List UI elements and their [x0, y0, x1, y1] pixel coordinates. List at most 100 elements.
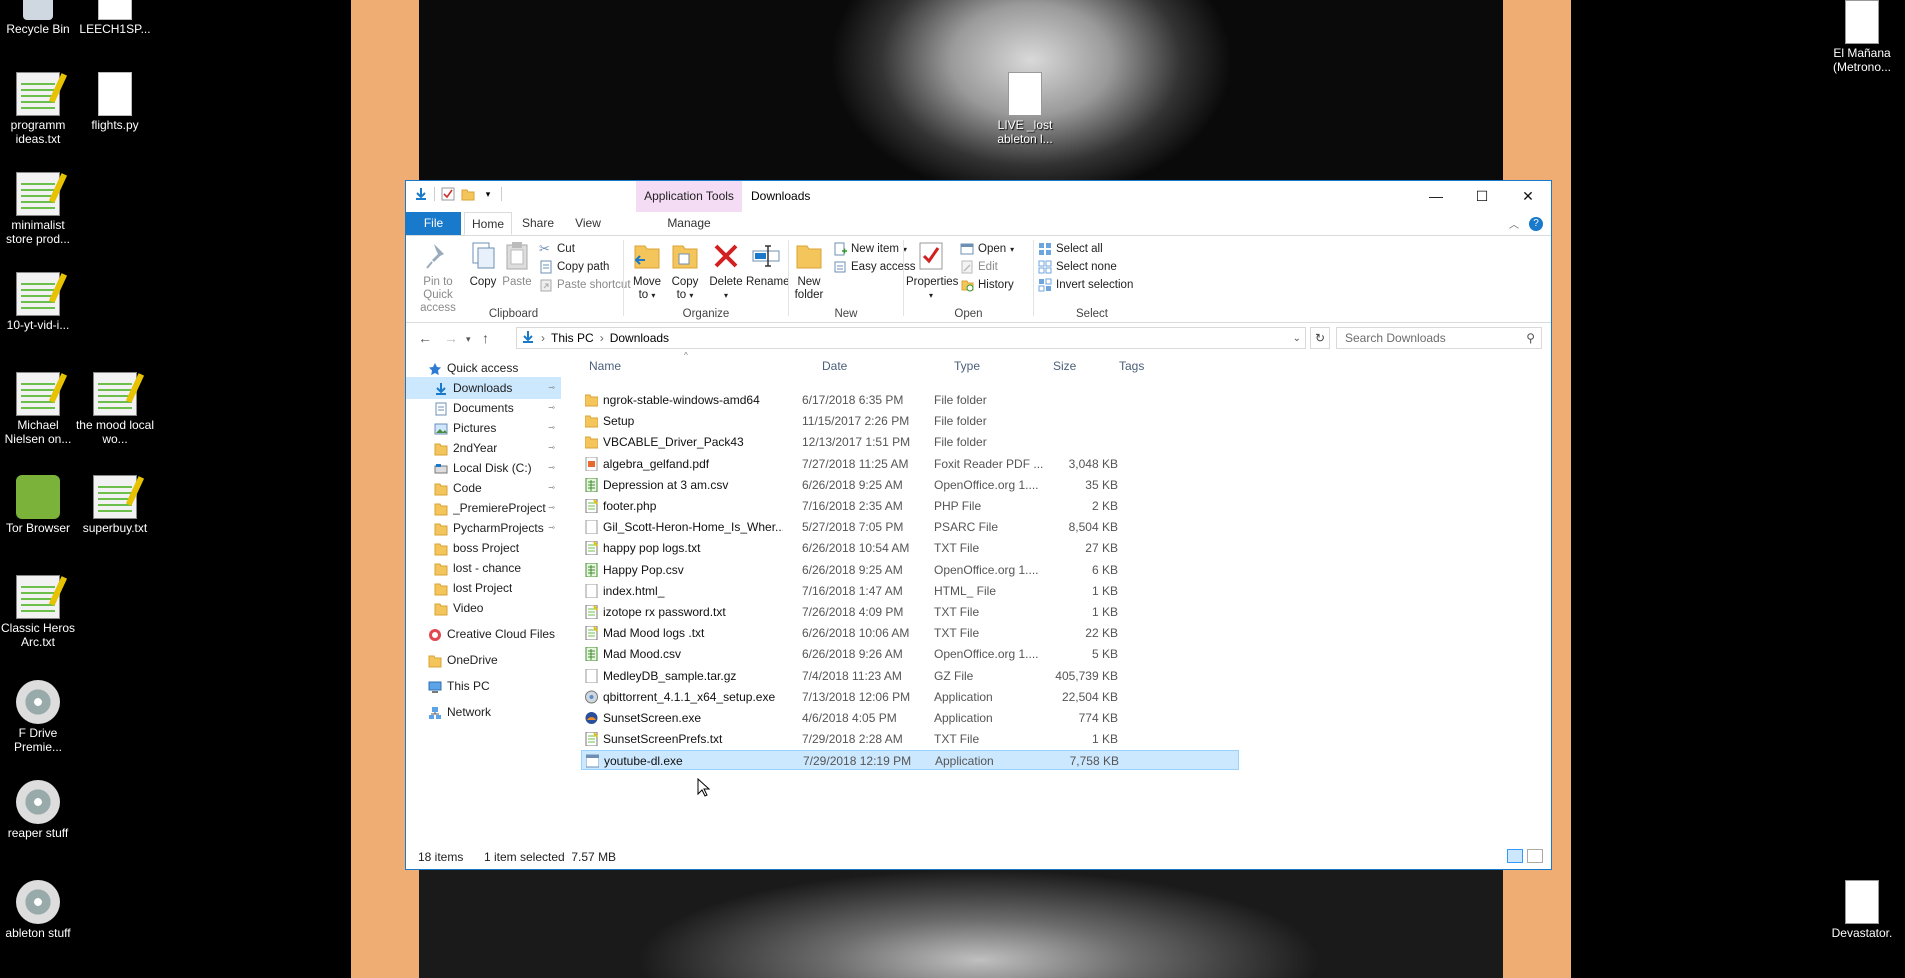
select-none-button[interactable]: Select none: [1038, 260, 1117, 274]
breadcrumb-this-pc[interactable]: This PC: [551, 331, 594, 345]
select-all-button[interactable]: Select all: [1038, 242, 1103, 256]
history-button[interactable]: History: [960, 278, 1014, 292]
column-date[interactable]: Date: [822, 359, 847, 373]
nav-item[interactable]: Network: [406, 701, 561, 723]
pin-icon[interactable]: ⊸: [548, 437, 555, 459]
nav-item[interactable]: lost Project: [406, 577, 561, 599]
file-row[interactable]: SunsetScreen.exe 4/6/2018 4:05 PM Applicat…: [581, 708, 1239, 728]
nav-item[interactable]: Local Disk (C:) ⊸: [406, 457, 561, 479]
breadcrumb-downloads[interactable]: Downloads: [610, 331, 669, 345]
pin-icon[interactable]: ⊸: [548, 517, 555, 539]
file-row[interactable]: algebra_gelfand.pdf 7/27/2018 11:25 AM Fox…: [581, 454, 1239, 474]
collapse-ribbon-icon[interactable]: ︿: [1509, 216, 1519, 231]
desktop-icon[interactable]: reaper stuff: [0, 780, 78, 840]
new-folder-button[interactable]: New folder: [791, 240, 827, 302]
tab-share[interactable]: Share: [514, 212, 562, 235]
file-row[interactable]: qbittorrent_4.1.1_x64_setup.exe 7/13/2018…: [581, 687, 1239, 707]
maximize-button[interactable]: ☐: [1459, 181, 1505, 211]
tab-view[interactable]: View: [564, 212, 612, 235]
file-row[interactable]: Mad Mood.csv 6/26/2018 9:26 AM OpenOffice.…: [581, 644, 1239, 664]
nav-item[interactable]: Downloads ⊸: [406, 377, 561, 399]
desktop-icon[interactable]: Devastator.: [1822, 880, 1902, 940]
column-tags[interactable]: Tags: [1119, 359, 1144, 373]
recent-locations-button[interactable]: ▾: [466, 334, 471, 345]
desktop-icon[interactable]: ableton stuff: [0, 880, 78, 940]
paste-button[interactable]: Paste: [500, 240, 534, 289]
tab-home[interactable]: Home: [464, 212, 512, 235]
address-dropdown-icon[interactable]: ⌄: [1293, 333, 1301, 344]
file-row[interactable]: Setup 11/15/2017 2:26 PM File folder: [581, 411, 1239, 431]
file-row[interactable]: Depression at 3 am.csv 6/26/2018 9:25 AM O…: [581, 475, 1239, 495]
invert-selection-button[interactable]: Invert selection: [1038, 278, 1133, 292]
pin-icon[interactable]: ⊸: [548, 457, 555, 479]
edit-button[interactable]: Edit: [960, 260, 998, 274]
nav-item[interactable]: This PC: [406, 675, 561, 697]
properties-qat-icon[interactable]: [441, 187, 455, 201]
pin-icon[interactable]: ⊸: [548, 417, 555, 439]
file-row[interactable]: SunsetScreenPrefs.txt 7/29/2018 2:28 AM TX…: [581, 729, 1239, 749]
help-icon[interactable]: ?: [1529, 216, 1543, 231]
file-row[interactable]: youtube-dl.exe 7/29/2018 12:19 PM Applicat…: [581, 750, 1239, 771]
file-row[interactable]: VBCABLE_Driver_Pack43 12/13/2017 1:51 PM F…: [581, 432, 1239, 452]
desktop-icon[interactable]: flights.py: [75, 72, 155, 132]
forward-button[interactable]: →: [444, 330, 458, 346]
cut-button[interactable]: ✂ Cut: [539, 242, 575, 256]
file-row[interactable]: izotope rx password.txt 7/26/2018 4:09 PM…: [581, 602, 1239, 622]
move-to-button[interactable]: Move to ▾: [630, 240, 664, 302]
nav-item[interactable]: Documents ⊸: [406, 397, 561, 419]
copy-to-button[interactable]: Copy to ▾: [668, 240, 702, 302]
nav-item[interactable]: _PremiereProject ⊸: [406, 497, 561, 519]
paste-shortcut-button[interactable]: Paste shortcut: [539, 278, 631, 292]
file-row[interactable]: index.html_ 7/16/2018 1:47 AM HTML_ File 1 …: [581, 581, 1239, 601]
file-row[interactable]: Gil_Scott-Heron-Home_Is_Wher... 5/27/2018…: [581, 517, 1239, 537]
nav-item[interactable]: PycharmProjects ⊸: [406, 517, 561, 539]
nav-item[interactable]: Creative Cloud Files: [406, 623, 561, 645]
desktop-icon[interactable]: LIVE _lost ableton l...: [985, 72, 1065, 146]
file-row[interactable]: happy pop logs.txt 6/26/2018 10:54 AM TXT …: [581, 538, 1239, 558]
copy-button[interactable]: Copy: [466, 240, 500, 289]
desktop-icon[interactable]: LEECH1SP...: [75, 0, 155, 36]
open-button[interactable]: Open ▾: [960, 242, 1014, 256]
nav-item[interactable]: Video: [406, 597, 561, 619]
desktop-icon[interactable]: minimalist store prod...: [0, 172, 78, 246]
pin-icon[interactable]: ⊸: [548, 397, 555, 419]
address-bar[interactable]: › This PC › Downloads ⌄: [516, 327, 1306, 349]
pin-icon[interactable]: ⊸: [548, 377, 555, 399]
pin-icon[interactable]: ⊸: [548, 497, 555, 519]
desktop-icon[interactable]: F Drive Premie...: [0, 680, 78, 754]
nav-item[interactable]: Quick access: [406, 357, 561, 379]
column-type[interactable]: Type: [954, 359, 980, 373]
new-item-button[interactable]: New item ▾: [833, 242, 907, 256]
nav-item[interactable]: boss Project: [406, 537, 561, 559]
refresh-button[interactable]: ↻: [1310, 327, 1330, 349]
desktop-icon[interactable]: Tor Browser: [0, 475, 78, 535]
nav-item[interactable]: OneDrive: [406, 649, 561, 671]
details-view-button[interactable]: [1507, 849, 1523, 863]
new-folder-qat-icon[interactable]: [461, 187, 475, 201]
desktop-icon[interactable]: Classic Heros Arc.txt: [0, 575, 78, 649]
copy-path-button[interactable]: Copy path: [539, 260, 609, 274]
file-row[interactable]: Mad Mood logs .txt 6/26/2018 10:06 AM TXT …: [581, 623, 1239, 643]
delete-button[interactable]: Delete ▾: [708, 240, 744, 302]
qat-dropdown-icon[interactable]: ▾: [481, 187, 495, 201]
desktop-icon[interactable]: the mood local wo...: [75, 372, 155, 446]
desktop-icon[interactable]: Recycle Bin: [0, 0, 78, 36]
desktop-icon[interactable]: Michael Nielsen on...: [0, 372, 78, 446]
nav-item[interactable]: 2ndYear ⊸: [406, 437, 561, 459]
minimize-button[interactable]: —: [1413, 181, 1459, 211]
desktop-icon[interactable]: El Mañana (Metrono...: [1822, 0, 1902, 74]
pin-to-quick-access-button[interactable]: Pin to Quick access: [412, 240, 464, 315]
nav-item[interactable]: Code ⊸: [406, 477, 561, 499]
file-row[interactable]: footer.php 7/16/2018 2:35 AM PHP File 2 KB: [581, 496, 1239, 516]
close-button[interactable]: ✕: [1505, 181, 1551, 211]
column-size[interactable]: Size: [1053, 359, 1076, 373]
desktop-icon[interactable]: 10-yt-vid-i...: [0, 272, 78, 332]
file-row[interactable]: MedleyDB_sample.tar.gz 7/4/2018 11:23 AM G…: [581, 666, 1239, 686]
back-button[interactable]: ←: [418, 330, 432, 346]
file-row[interactable]: Happy Pop.csv 6/26/2018 9:25 AM OpenOffice…: [581, 560, 1239, 580]
properties-button[interactable]: Properties ▾: [906, 240, 958, 302]
nav-item[interactable]: lost - chance: [406, 557, 561, 579]
large-icons-view-button[interactable]: [1527, 849, 1543, 863]
desktop-icon[interactable]: programm ideas.txt: [0, 72, 78, 146]
up-button[interactable]: ↑: [482, 330, 489, 346]
